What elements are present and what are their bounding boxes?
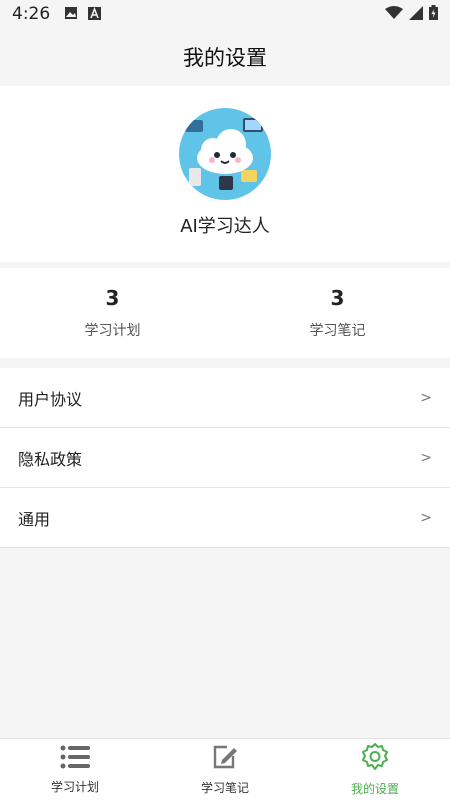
menu-item-label: 隐私政策 [18,449,83,469]
bottom-tab-bar: 学习计划 学习笔记 我的设置 [0,738,450,800]
list-icon [60,744,90,774]
gear-icon [360,742,390,776]
stat-value: 3 [105,286,120,310]
title-bar: 我的设置 [0,28,450,86]
menu-item-privacy-policy[interactable]: 隐私政策 > [0,428,450,488]
chevron-right-icon: > [420,509,432,526]
cloud-mascot-icon [179,108,271,200]
stat-value: 3 [330,286,345,310]
menu-item-general[interactable]: 通用 > [0,488,450,548]
stat-label: 学习计划 [84,323,141,339]
tab-my-settings[interactable]: 我的设置 [300,739,450,800]
tab-label: 学习笔记 [200,781,249,795]
signal-icon [409,5,423,24]
tab-study-plans[interactable]: 学习计划 [0,739,150,800]
avatar[interactable] [179,108,271,200]
a-badge-icon [88,5,102,24]
battery-icon [429,4,438,24]
tab-study-notes[interactable]: 学习笔记 [150,739,300,800]
stat-study-notes[interactable]: 3 学习笔记 [225,268,450,358]
stats-card: 3 学习计划 3 学习笔记 [0,268,450,358]
chevron-right-icon: > [420,449,432,466]
status-right-icons [385,4,438,24]
menu-item-label: 通用 [18,509,51,529]
menu-item-user-agreement[interactable]: 用户协议 > [0,368,450,428]
edit-note-icon [211,743,239,775]
wifi-icon [385,5,403,24]
tab-label: 我的设置 [350,782,399,796]
username: AI学习达人 [180,216,270,237]
tab-label: 学习计划 [50,780,99,794]
chevron-right-icon: > [420,389,432,406]
stat-study-plans[interactable]: 3 学习计划 [0,268,225,358]
page-title: 我的设置 [183,46,267,70]
stat-label: 学习笔记 [309,323,366,339]
status-bar: 4:26 [0,0,450,28]
settings-menu: 用户协议 > 隐私政策 > 通用 > [0,368,450,548]
status-time: 4:26 [12,4,51,24]
profile-card: AI学习达人 [0,86,450,262]
menu-item-label: 用户协议 [18,389,83,409]
status-left-icons [64,5,102,24]
image-icon [64,5,78,24]
